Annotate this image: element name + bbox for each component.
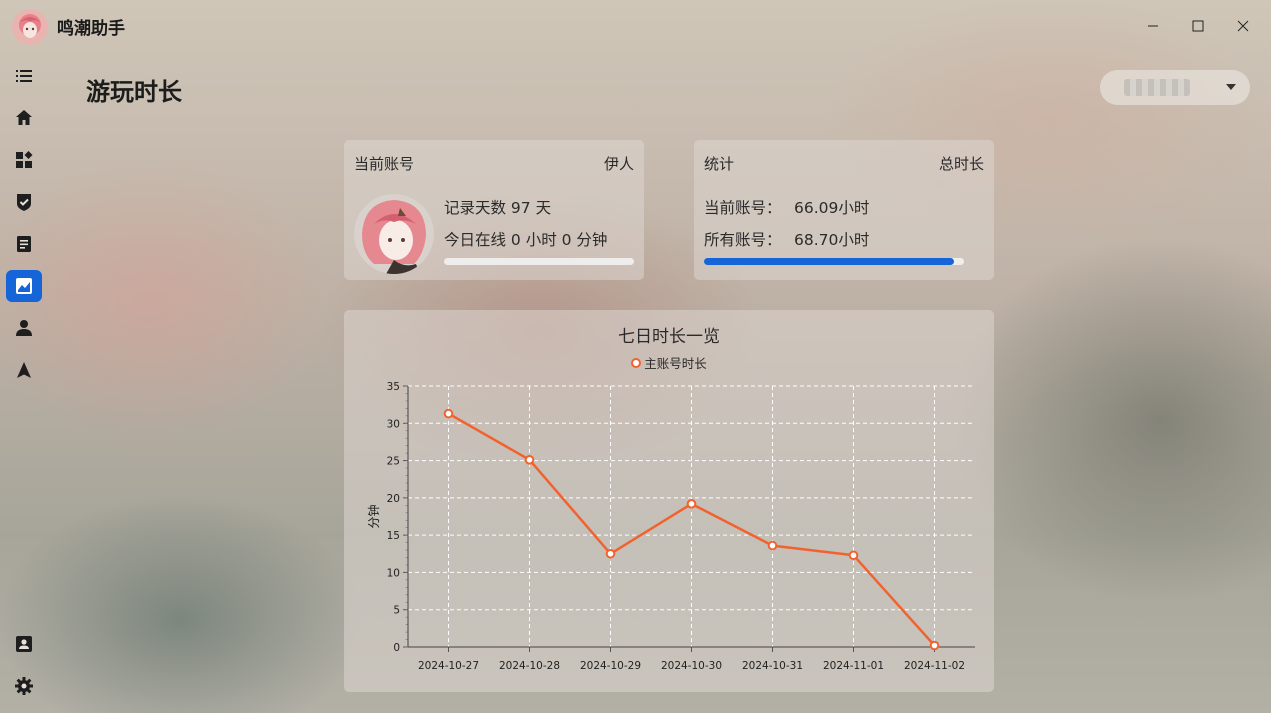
today-progress-bar	[444, 258, 634, 265]
sidebar-item-contact[interactable]	[6, 628, 42, 660]
y-tick-label: 30	[387, 418, 400, 430]
x-tick-label: 2024-10-27	[418, 660, 479, 672]
all-accounts-time-label: 所有账号：	[704, 231, 782, 249]
app-logo-icon	[12, 9, 48, 45]
legend-marker-icon	[631, 357, 642, 368]
x-tick-label: 2024-11-02	[904, 660, 965, 672]
account-share-progress-bar	[704, 258, 964, 265]
account-avatar	[354, 194, 434, 274]
data-point	[929, 640, 940, 651]
maximize-icon	[1192, 20, 1204, 32]
account-select-dropdown[interactable]	[1100, 70, 1250, 105]
total-time-label: 总时长	[938, 155, 984, 173]
stats-label: 统计	[704, 155, 735, 173]
data-point	[686, 499, 697, 509]
chart-title: 七日时长一览	[618, 327, 720, 347]
y-tick-label: 15	[387, 530, 400, 542]
sidebar-item-home[interactable]	[6, 102, 42, 134]
y-tick-label: 10	[387, 567, 400, 579]
data-point	[524, 455, 535, 465]
x-tick-label: 2024-11-01	[823, 660, 884, 672]
current-account-name: 伊人	[603, 155, 634, 173]
y-tick-label: 0	[393, 642, 400, 654]
sidebar-item-playtime[interactable]	[6, 270, 42, 302]
home-icon	[16, 110, 32, 125]
sidebar-item-navigation[interactable]	[6, 354, 42, 386]
sidebar-item-user[interactable]	[6, 312, 42, 344]
check-shield-icon	[17, 194, 31, 211]
sidebar-item-menu[interactable]	[6, 60, 42, 92]
navigation-icon	[17, 362, 31, 378]
chart-image-icon	[16, 278, 32, 294]
x-tick-label: 2024-10-30	[661, 660, 722, 672]
article-icon	[17, 236, 31, 252]
x-tick-label: 2024-10-31	[742, 660, 803, 672]
app-title: 鸣潮助手	[57, 19, 125, 39]
data-point	[443, 408, 454, 419]
minimize-icon	[1148, 25, 1158, 27]
widgets-icon	[16, 151, 33, 168]
sidebar-item-tasks[interactable]	[6, 186, 42, 218]
y-axis-title: 分钟	[366, 504, 381, 528]
data-point	[848, 550, 859, 561]
current-account-label: 当前账号	[354, 155, 415, 173]
current-account-time-value: 66.09小时	[794, 199, 870, 217]
maximize-button[interactable]	[1178, 10, 1218, 42]
y-tick-label: 25	[387, 456, 400, 468]
close-button[interactable]	[1223, 10, 1263, 42]
sidebar-item-widgets[interactable]	[6, 144, 42, 176]
page-title: 游玩时长	[86, 78, 182, 106]
y-tick-label: 20	[387, 493, 400, 505]
title-bar: 鸣潮助手	[0, 0, 1271, 52]
menu-list-icon	[16, 70, 32, 82]
sidebar	[0, 58, 48, 713]
x-tick-label: 2024-10-28	[499, 660, 560, 672]
stats-card: 统计 总时长 当前账号： 66.09小时 所有账号： 68.70小时	[694, 140, 994, 280]
current-account-time-label: 当前账号：	[704, 199, 782, 217]
today-online-text: 今日在线 0 小时 0 分钟	[444, 231, 608, 249]
chevron-down-icon	[1226, 84, 1236, 90]
close-icon	[1237, 20, 1249, 32]
contact-card-icon	[16, 636, 32, 652]
legend-series-label: 主账号时长	[644, 356, 707, 371]
person-icon	[16, 320, 32, 336]
y-tick-label: 35	[387, 381, 400, 393]
all-accounts-time-value: 68.70小时	[794, 231, 870, 249]
minimize-button[interactable]	[1133, 10, 1173, 42]
data-point	[767, 540, 778, 551]
account-select-value-redacted	[1124, 79, 1190, 96]
sidebar-item-settings[interactable]	[6, 670, 42, 702]
data-point	[605, 548, 616, 559]
y-tick-label: 5	[393, 605, 400, 617]
weekly-playtime-chart-card: 0 5 10 15 20 25 30 35 2024-10-27 2024-10-28 2024-1…	[344, 310, 994, 692]
x-tick-label: 2024-10-29	[580, 660, 641, 672]
current-account-card: 当前账号 伊人 记录天数 97 天 今日在线 0 小时 0 分钟	[344, 140, 644, 280]
sidebar-item-logs[interactable]	[6, 228, 42, 260]
account-share-progress-fill	[704, 258, 955, 265]
settings-gear-icon	[15, 677, 33, 695]
chart-legend[interactable]: 主账号时长	[344, 353, 994, 372]
record-days-text: 记录天数 97 天	[444, 199, 552, 217]
